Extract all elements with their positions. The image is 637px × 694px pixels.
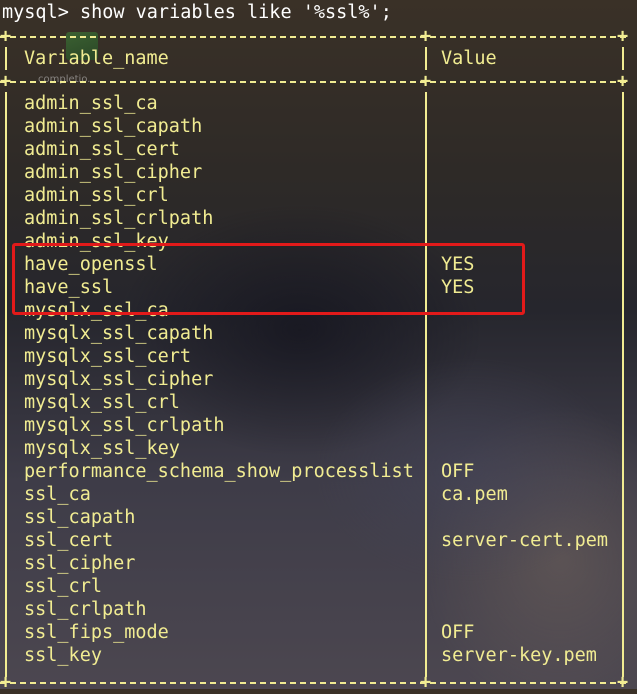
table-bottom-border [0,682,628,684]
table-row: mysqlx_ssl_capath [0,322,637,345]
table-row: ssl_crl [0,575,637,598]
variable-name-cell: admin_ssl_cipher [24,162,203,183]
table-top-border [0,36,628,38]
table-row: ssl_fips_mode OFF [0,621,637,644]
table-corner: + [0,26,12,47]
variable-name-cell: admin_ssl_cert [24,139,180,160]
variable-name-cell: ssl_capath [24,507,136,528]
variable-name-cell: performance_schema_show_processlist [24,461,414,482]
column-header-value: Value [441,48,497,69]
variable-name-cell: admin_ssl_crl [24,185,169,206]
value-cell: OFF [441,461,475,482]
variable-name-cell: mysqlx_ssl_cert [24,346,192,367]
variable-name-cell: ssl_cert [24,530,114,551]
table-border-right [622,47,624,70]
table-corner: + [617,26,629,47]
terminal-window[interactable]: completio... mysql> show variables like … [0,0,637,693]
table-row: admin_ssl_crlpath [0,207,637,230]
column-header-name: Variable_name [24,48,169,69]
table-row: mysqlx_ssl_cert [0,345,637,368]
variable-name-cell: mysqlx_ssl_crl [24,392,180,413]
table-row: admin_ssl_cipher [0,161,637,184]
variable-name-cell: admin_ssl_ca [24,93,158,114]
value-cell: server-key.pem [441,645,597,666]
variable-name-cell: admin_ssl_crlpath [24,208,214,229]
value-cell: OFF [441,622,475,643]
table-row: ssl_cert server-cert.pem [0,529,637,552]
table-row: mysqlx_ssl_crl [0,391,637,414]
table-row: mysqlx_ssl_crlpath [0,414,637,437]
variable-name-cell: ssl_key [24,645,102,666]
table-row: ssl_key server-key.pem [0,644,637,667]
result-table-body: admin_ssl_ca admin_ssl_capath admin_ssl_… [0,92,637,667]
value-cell: server-cert.pem [441,530,609,551]
variable-name-cell: ssl_cipher [24,553,136,574]
table-corner: + [420,672,432,693]
variable-name-cell: mysqlx_ssl_crlpath [24,415,225,436]
table-row: ssl_ca ca.pem [0,483,637,506]
column-separator [425,47,427,70]
command-line: mysql> show variables like '%ssl%'; [2,2,392,23]
variable-name-cell: ssl_crl [24,576,102,597]
table-header-border [0,81,628,83]
table-row: admin_ssl_crl [0,184,637,207]
table-row: ssl_crlpath [0,598,637,621]
value-cell: ca.pem [441,484,508,505]
variable-name-cell: ssl_crlpath [24,599,147,620]
table-corner: + [617,71,629,92]
desktop-shortcut-label: completio... [38,74,97,85]
table-border-left [5,47,7,70]
variable-name-cell: mysqlx_ssl_capath [24,323,214,344]
table-row: admin_ssl_ca [0,92,637,115]
table-row: admin_ssl_capath [0,115,637,138]
table-corner: + [0,71,12,92]
variable-name-cell: mysqlx_ssl_cipher [24,369,214,390]
table-row: performance_schema_show_processlist OFF [0,460,637,483]
variable-name-cell: ssl_fips_mode [24,622,169,643]
table-row: mysqlx_ssl_cipher [0,368,637,391]
highlight-annotation-box [12,243,525,315]
table-corner: + [617,672,629,693]
table-corner: + [420,26,432,47]
table-corner: + [420,71,432,92]
variable-name-cell: mysqlx_ssl_key [24,438,180,459]
table-row: ssl_capath [0,506,637,529]
table-row: mysqlx_ssl_key [0,437,637,460]
table-row: ssl_cipher [0,552,637,575]
variable-name-cell: ssl_ca [24,484,91,505]
table-row: admin_ssl_cert [0,138,637,161]
variable-name-cell: admin_ssl_capath [24,116,203,137]
table-corner: + [0,672,12,693]
